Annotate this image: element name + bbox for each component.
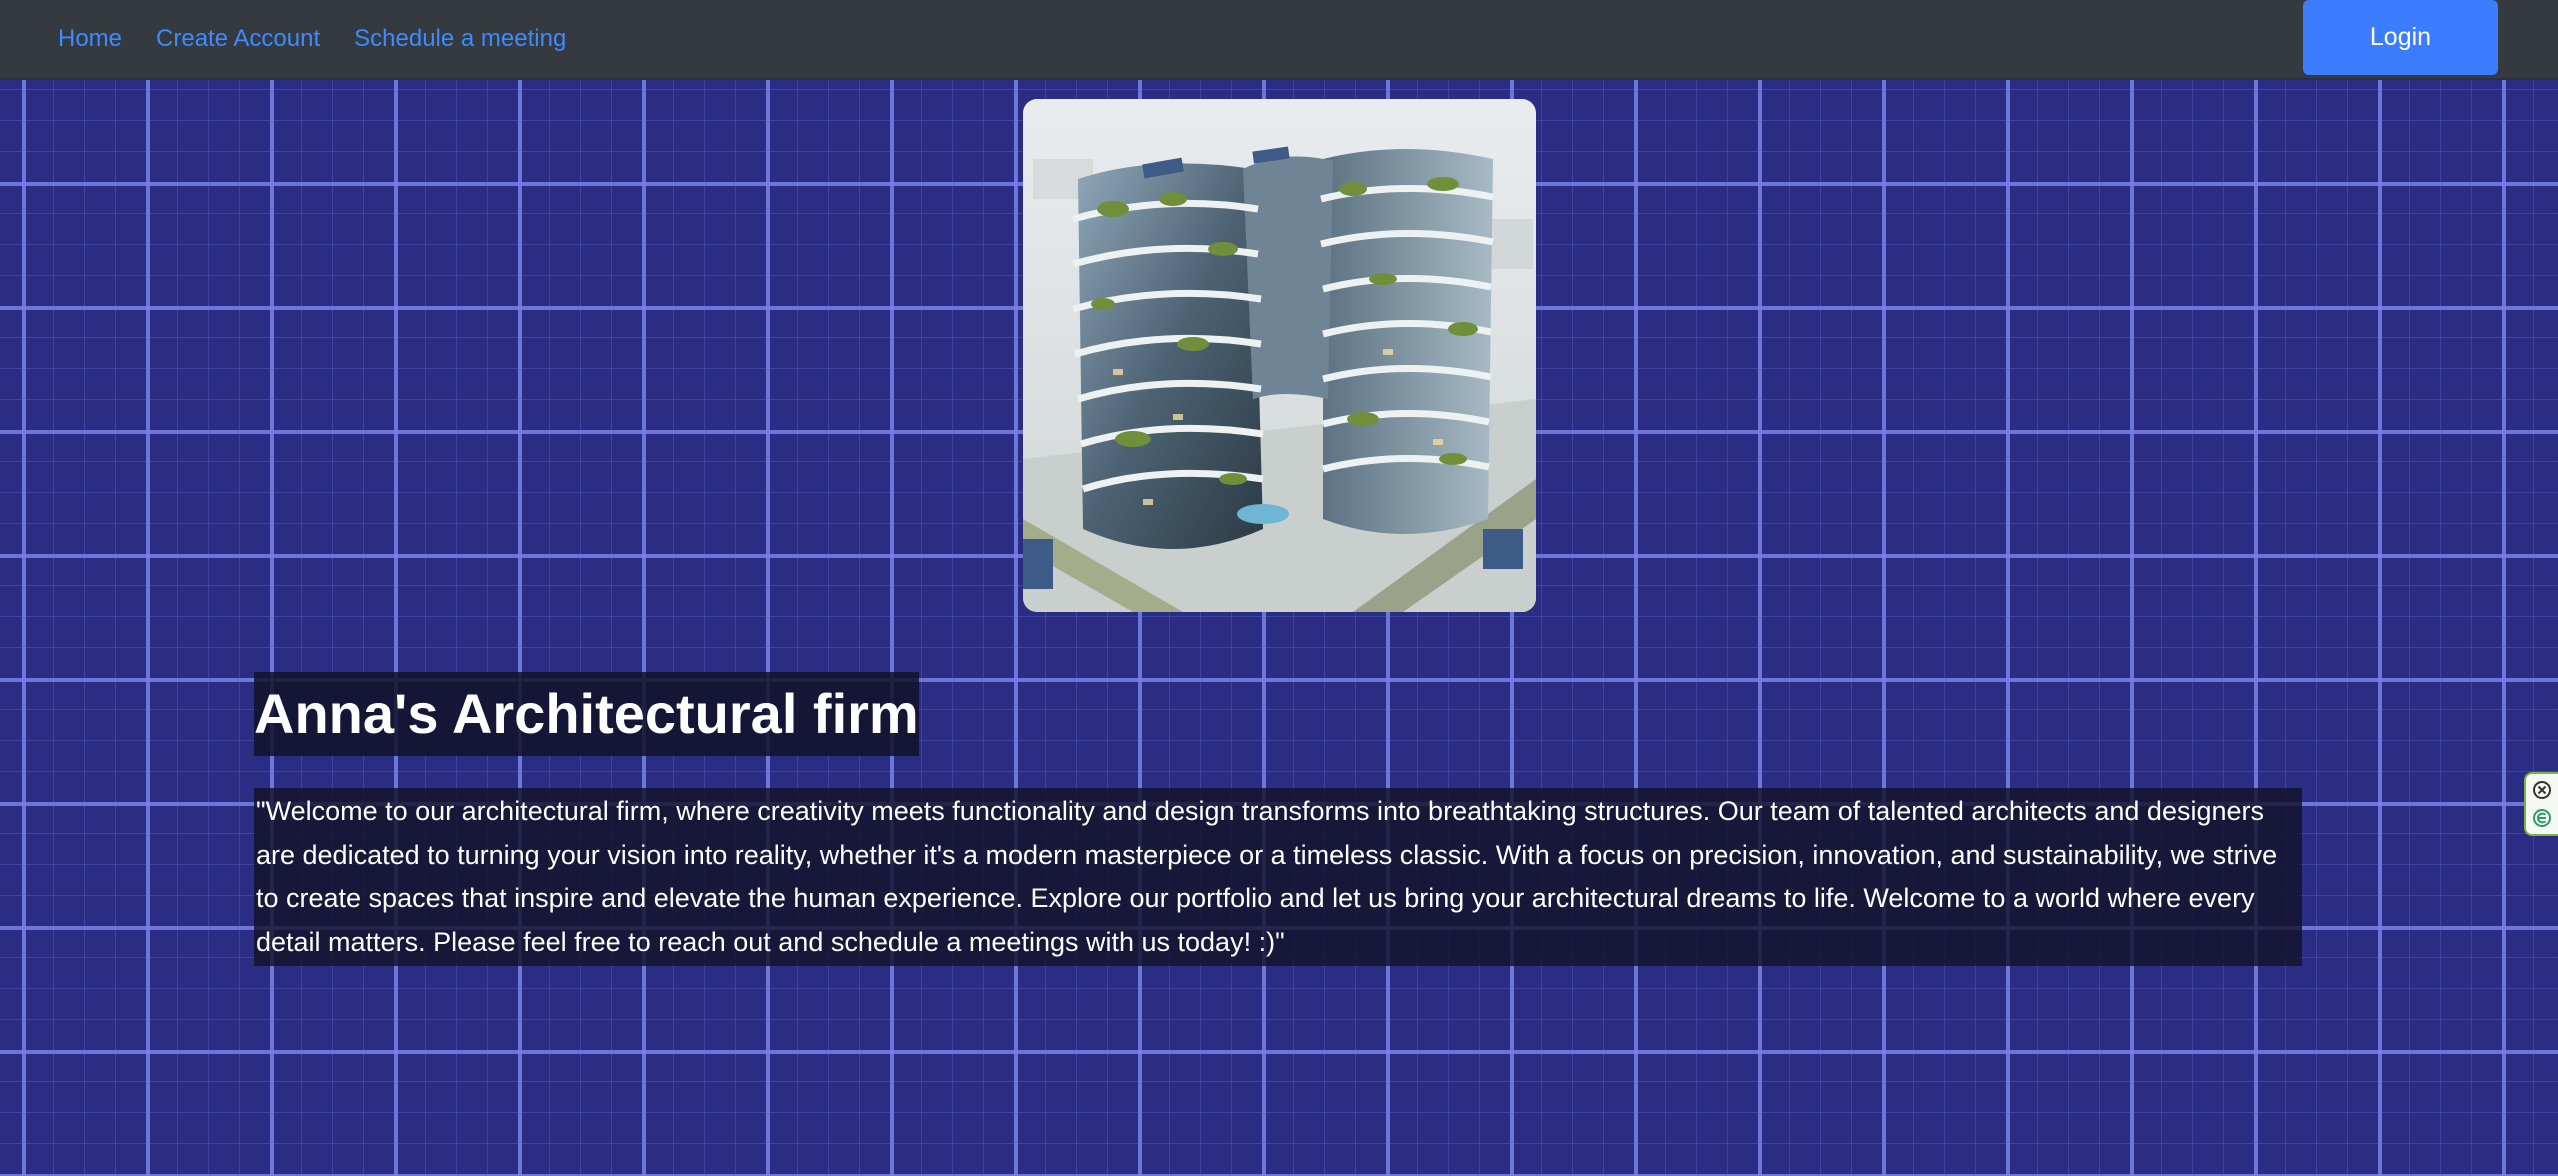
top-navbar: Home Create Account Schedule a meeting L… [0, 0, 2558, 80]
hero-building-image [1023, 99, 1536, 612]
close-circle-icon[interactable] [2532, 780, 2552, 800]
extension-e-icon[interactable] [2532, 808, 2552, 828]
welcome-description: "Welcome to our architectural firm, wher… [256, 796, 2278, 957]
title-box: Anna's Architectural firm [254, 672, 919, 756]
extension-widget [2524, 772, 2558, 836]
nav-link-home[interactable]: Home [58, 25, 122, 53]
description-box: "Welcome to our architectural firm, wher… [254, 788, 2302, 966]
login-button[interactable]: Login [2303, 0, 2498, 75]
nav-links: Home Create Account Schedule a meeting [58, 0, 566, 78]
nav-link-create-account[interactable]: Create Account [156, 25, 320, 53]
page-title: Anna's Architectural firm [254, 682, 919, 745]
nav-link-schedule-meeting[interactable]: Schedule a meeting [354, 25, 566, 53]
